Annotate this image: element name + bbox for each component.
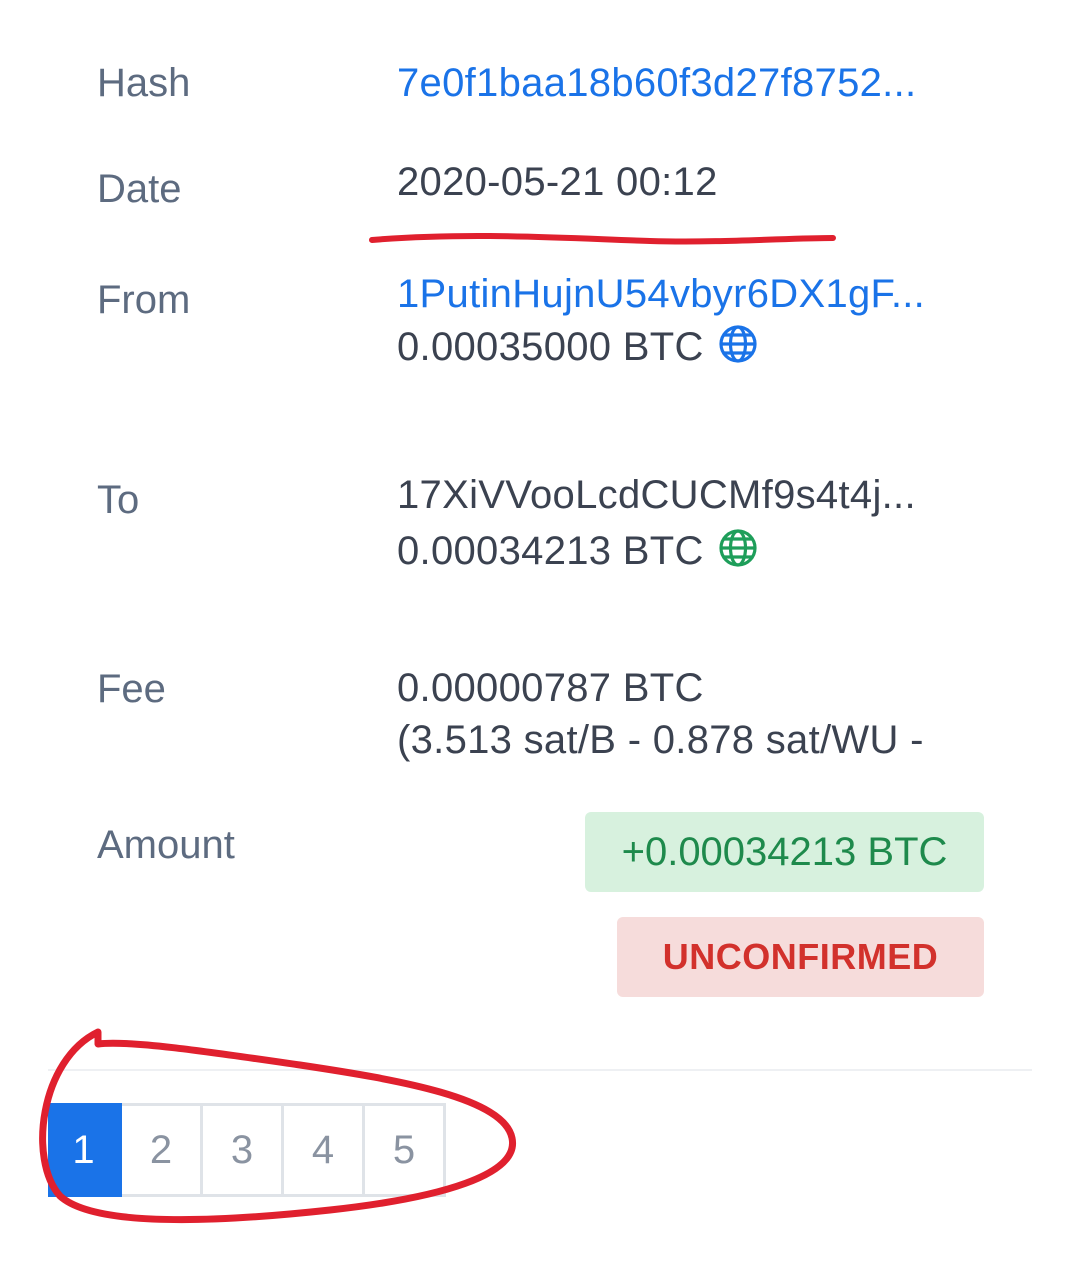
from-amount: 0.00035000 BTC xyxy=(397,325,704,369)
globe-icon[interactable] xyxy=(718,528,758,568)
from-label: From xyxy=(97,278,191,322)
to-amount-row: 0.00034213 BTC xyxy=(397,528,758,571)
status-badge: UNCONFIRMED xyxy=(617,917,984,997)
globe-icon[interactable] xyxy=(718,324,758,364)
page-button-3[interactable]: 3 xyxy=(203,1103,284,1197)
page-button-2[interactable]: 2 xyxy=(122,1103,203,1197)
from-amount-row: 0.00035000 BTC xyxy=(397,324,758,367)
page-button-5[interactable]: 5 xyxy=(365,1103,446,1197)
fee-amount: 0.00000787 BTC xyxy=(397,666,704,710)
date-label: Date xyxy=(97,167,182,211)
amount-label: Amount xyxy=(97,823,235,867)
from-address-link[interactable]: 1PutinHujnU54vbyr6DX1gF... xyxy=(397,274,925,314)
to-amount: 0.00034213 BTC xyxy=(397,529,704,573)
to-label: To xyxy=(97,478,140,522)
fee-rate: (3.513 sat/B - 0.878 sat/WU - xyxy=(397,718,924,762)
date-underline-annotation xyxy=(369,233,836,245)
pagination: 1 2 3 4 5 xyxy=(48,1103,446,1197)
transaction-details: Hash 7e0f1baa18b60f3d27f8752... Date 202… xyxy=(0,0,1080,1275)
to-address: 17XiVVooLcdCUCMf9s4t4j... xyxy=(397,473,916,517)
hash-label: Hash xyxy=(97,61,191,105)
page-button-1[interactable]: 1 xyxy=(48,1103,122,1197)
page-button-4[interactable]: 4 xyxy=(284,1103,365,1197)
fee-label: Fee xyxy=(97,667,166,711)
hash-link[interactable]: 7e0f1baa18b60f3d27f8752... xyxy=(397,63,916,103)
divider xyxy=(48,1069,1032,1071)
date-value: 2020-05-21 00:12 xyxy=(397,160,718,204)
amount-badge: +0.00034213 BTC xyxy=(585,812,984,892)
